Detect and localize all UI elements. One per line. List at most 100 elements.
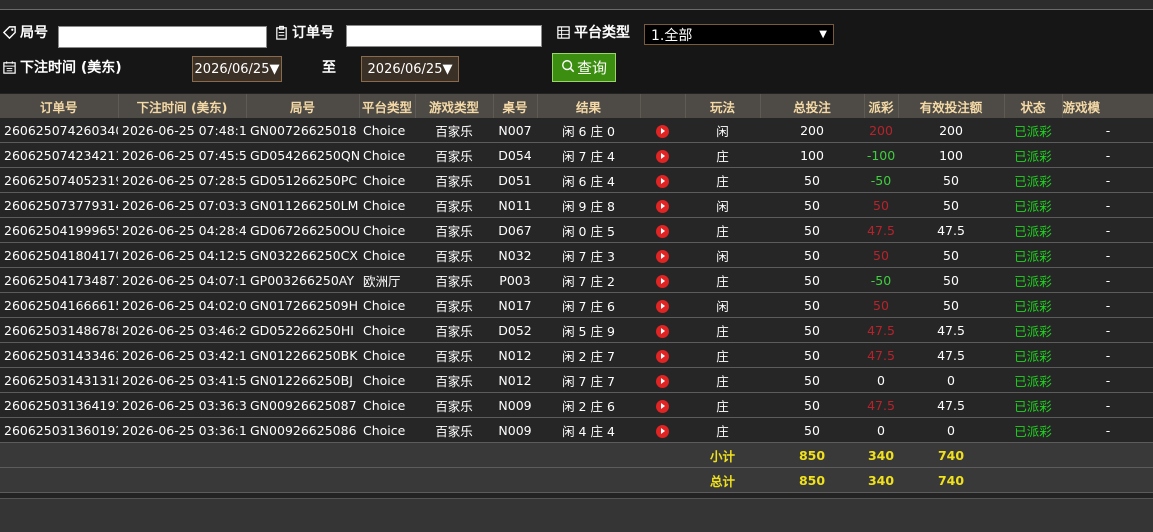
row-video[interactable] (640, 142, 685, 168)
row-valid: 100 (898, 142, 1004, 168)
row-round: GD054266250QN (246, 142, 359, 168)
row-table: D054 (493, 142, 537, 168)
row-valid: 200 (898, 118, 1004, 143)
query-button[interactable]: 查询 (552, 53, 616, 82)
row-payout: 200 (864, 118, 898, 143)
row-bet: 50 (760, 342, 864, 368)
play-video-icon[interactable] (656, 399, 669, 413)
row-video[interactable] (640, 342, 685, 368)
col-round: 局号 (246, 94, 360, 118)
table-row: 260625031431318 2026-06-25 03:41:57 GN0122… (0, 367, 1153, 393)
play-video-icon[interactable] (656, 174, 669, 188)
play-video-icon[interactable] (656, 274, 669, 288)
subtotal-row-payout: 340 (864, 442, 898, 468)
row-bet: 50 (760, 392, 864, 418)
row-play: 庄 (685, 142, 760, 168)
row-payout: 47.5 (864, 342, 898, 368)
round-input[interactable] (58, 26, 267, 48)
row-video[interactable] (640, 417, 685, 443)
row-valid: 47.5 (898, 217, 1004, 243)
row-mode: - (1062, 317, 1153, 343)
row-time: 2026-06-25 07:45:52 (118, 142, 246, 168)
row-table: N032 (493, 242, 537, 268)
row-mode: - (1062, 167, 1153, 193)
row-mode: - (1062, 242, 1153, 268)
row-round: GD051266250PC (246, 167, 359, 193)
row-round: GN00926625087 (246, 392, 359, 418)
platform-select[interactable]: 1.全部 ▼ (644, 24, 834, 45)
date-to-picker[interactable]: 2026/06/25▼ (361, 56, 459, 82)
row-bet: 50 (760, 217, 864, 243)
total-row-cell (359, 467, 415, 493)
row-mode: - (1062, 142, 1153, 168)
row-time: 2026-06-25 07:48:16 (118, 118, 246, 143)
play-video-icon[interactable] (656, 349, 669, 363)
row-play: 闲 (685, 292, 760, 318)
row-video[interactable] (640, 242, 685, 268)
play-video-icon[interactable] (656, 324, 669, 338)
row-video[interactable] (640, 192, 685, 218)
row-video[interactable] (640, 392, 685, 418)
play-video-icon[interactable] (656, 149, 669, 163)
total-row-label: 总计 (685, 467, 760, 493)
list-icon (556, 25, 571, 40)
row-payout: 50 (864, 192, 898, 218)
row-result: 闲 2 庄 7 (537, 342, 640, 368)
row-video[interactable] (640, 167, 685, 193)
play-video-icon[interactable] (656, 224, 669, 238)
play-video-icon[interactable] (656, 299, 669, 313)
row-payout: 47.5 (864, 317, 898, 343)
row-play: 闲 (685, 242, 760, 268)
row-platform: Choice (359, 417, 415, 443)
col-valid: 有效投注额 (898, 94, 1005, 118)
total-row-cell (118, 467, 246, 493)
chevron-down-icon: ▼ (819, 29, 827, 40)
row-platform: Choice (359, 242, 415, 268)
row-play: 庄 (685, 342, 760, 368)
table-row: 260625074234211 2026-06-25 07:45:52 GD0542… (0, 142, 1153, 168)
col-table: 桌号 (493, 94, 538, 118)
row-result: 闲 7 庄 4 (537, 142, 640, 168)
row-video[interactable] (640, 292, 685, 318)
row-bet: 50 (760, 417, 864, 443)
play-video-icon[interactable] (656, 124, 669, 138)
subtotal-row: 小计 850 340 740 (0, 442, 1153, 468)
order-input[interactable] (346, 25, 542, 47)
row-order: 260625074052319 (0, 167, 118, 193)
row-time: 2026-06-25 04:12:53 (118, 242, 246, 268)
row-time: 2026-06-25 07:28:55 (118, 167, 246, 193)
date-from-picker[interactable]: 2026/06/25▼ (192, 56, 282, 82)
row-result: 闲 0 庄 5 (537, 217, 640, 243)
play-video-icon[interactable] (656, 199, 669, 213)
subtotal-row-label: 小计 (685, 442, 760, 468)
row-round: GN00726625018 (246, 118, 359, 143)
row-platform: Choice (359, 317, 415, 343)
play-video-icon[interactable] (656, 374, 669, 388)
play-video-icon[interactable] (656, 249, 669, 263)
row-round: GN0172662509H (246, 292, 359, 318)
row-video[interactable] (640, 317, 685, 343)
row-table: D067 (493, 217, 537, 243)
play-video-icon[interactable] (656, 424, 669, 438)
col-mode: 游戏模 (1062, 94, 1153, 118)
row-status: 已派彩 (1004, 342, 1062, 368)
row-round: GN011266250LM (246, 192, 359, 218)
row-game: 百家乐 (415, 367, 493, 393)
row-video[interactable] (640, 367, 685, 393)
row-table: N012 (493, 342, 537, 368)
row-status: 已派彩 (1004, 317, 1062, 343)
row-status: 已派彩 (1004, 417, 1062, 443)
row-video[interactable] (640, 217, 685, 243)
col-payout: 派彩 (864, 94, 899, 118)
row-game: 百家乐 (415, 242, 493, 268)
subtotal-row-cell (415, 442, 493, 468)
footer-bar (0, 498, 1153, 532)
row-video[interactable] (640, 267, 685, 293)
row-valid: 50 (898, 292, 1004, 318)
table-row: 260625031433463 2026-06-25 03:42:12 GN0122… (0, 342, 1153, 368)
row-video[interactable] (640, 118, 685, 143)
row-game: 百家乐 (415, 192, 493, 218)
row-round: GN00926625086 (246, 417, 359, 443)
row-status: 已派彩 (1004, 118, 1062, 143)
row-time: 2026-06-25 03:36:34 (118, 392, 246, 418)
